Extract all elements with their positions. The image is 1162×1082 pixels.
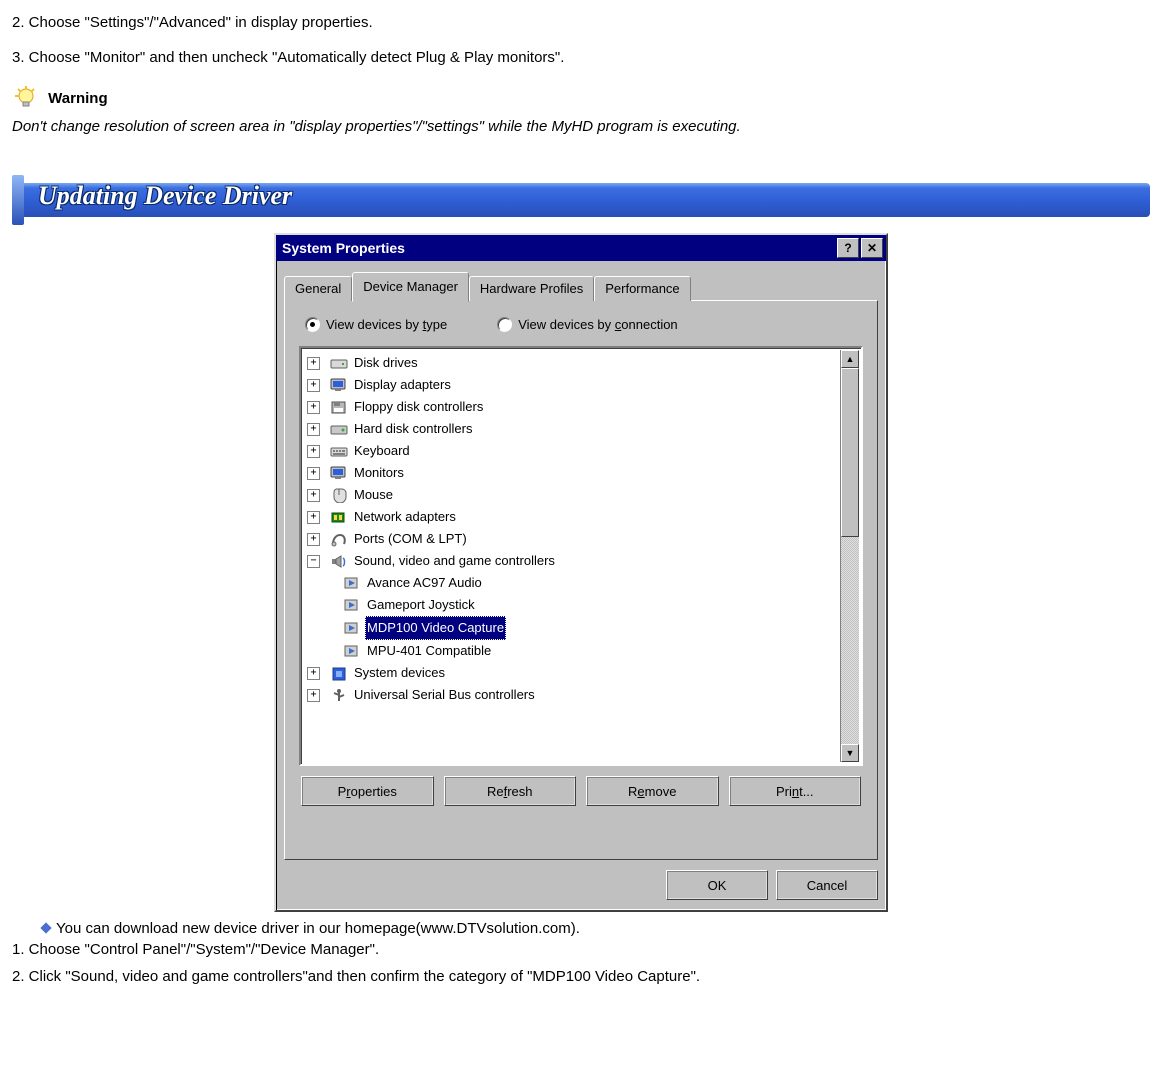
floppy-icon <box>330 399 348 415</box>
tree-item-system-devices[interactable]: +System devices <box>307 662 859 684</box>
scroll-up-button[interactable]: ▲ <box>841 350 859 368</box>
tree-item-mouse[interactable]: +Mouse <box>307 484 859 506</box>
monitor-icon <box>330 377 348 393</box>
multimedia-icon <box>343 643 361 659</box>
radio-icon <box>497 317 512 332</box>
sound-icon <box>330 553 348 569</box>
help-button[interactable]: ? <box>837 238 859 258</box>
drive-icon <box>330 355 348 371</box>
tree-item-disk-drives[interactable]: +Disk drives <box>307 352 859 374</box>
tree-item-floppy[interactable]: +Floppy disk controllers <box>307 396 859 418</box>
tree-item-keyboard[interactable]: +Keyboard <box>307 440 859 462</box>
tree-item-ports[interactable]: +Ports (COM & LPT) <box>307 528 859 550</box>
cancel-button[interactable]: Cancel <box>776 870 878 900</box>
monitor-icon <box>330 465 348 481</box>
ok-button[interactable]: OK <box>666 870 768 900</box>
radio-view-by-type[interactable]: View devices by type <box>305 317 447 332</box>
tree-item-display-adapters[interactable]: +Display adapters <box>307 374 859 396</box>
remove-button[interactable]: Remove <box>586 776 719 806</box>
radio-label: View devices by connection <box>518 317 677 332</box>
window-title: System Properties <box>282 240 405 256</box>
section-banner: Updating Device Driver <box>12 175 1150 225</box>
warning-text: Don't change resolution of screen area i… <box>12 118 1150 135</box>
usb-icon <box>330 687 348 703</box>
titlebar[interactable]: System Properties ? ✕ <box>276 235 886 261</box>
instruction-step-2: 2. Choose "Settings"/"Advanced" in displ… <box>12 14 1150 31</box>
hdd-icon <box>330 421 348 437</box>
radio-view-by-connection[interactable]: View devices by connection <box>497 317 677 332</box>
tab-hardware-profiles[interactable]: Hardware Profiles <box>469 276 594 301</box>
tree-item-sound[interactable]: −Sound, video and game controllers <box>307 550 859 572</box>
section-title: Updating Device Driver <box>38 181 292 211</box>
port-icon <box>330 531 348 547</box>
system-properties-dialog: System Properties ? ✕ General Device Man… <box>274 233 888 912</box>
tab-general[interactable]: General <box>284 276 352 301</box>
tree-item-usb[interactable]: +Universal Serial Bus controllers <box>307 684 859 706</box>
tree-item-hard-disk[interactable]: +Hard disk controllers <box>307 418 859 440</box>
chip-icon <box>330 665 348 681</box>
tab-device-manager[interactable]: Device Manager <box>352 272 469 302</box>
instruction-step-b2: 2. Click "Sound, video and game controll… <box>12 968 1150 985</box>
properties-button[interactable]: Properties <box>301 776 434 806</box>
tree-item-gameport[interactable]: Gameport Joystick <box>343 594 859 616</box>
tab-performance[interactable]: Performance <box>594 276 690 301</box>
download-note: You can download new device driver in ou… <box>42 920 1150 937</box>
scrollbar[interactable]: ▲ ▼ <box>840 350 859 762</box>
scroll-thumb[interactable] <box>841 368 859 537</box>
instruction-step-b1: 1. Choose "Control Panel"/"System"/"Devi… <box>12 941 1150 958</box>
scroll-track[interactable] <box>841 368 859 744</box>
mouse-icon <box>330 487 348 503</box>
tree-item-mdp100[interactable]: MDP100 Video Capture <box>343 616 859 640</box>
multimedia-icon <box>343 597 361 613</box>
multimedia-icon <box>343 620 361 636</box>
network-icon <box>330 509 348 525</box>
tree-item-network[interactable]: +Network adapters <box>307 506 859 528</box>
multimedia-icon <box>343 575 361 591</box>
device-tree[interactable]: +Disk drives +Display adapters +Floppy d… <box>299 346 863 766</box>
tree-item-ac97[interactable]: Avance AC97 Audio <box>343 572 859 594</box>
bullet-icon <box>40 922 51 933</box>
warning-row: Warning <box>12 84 1150 112</box>
warning-label: Warning <box>48 90 107 107</box>
close-button[interactable]: ✕ <box>861 238 883 258</box>
scroll-down-button[interactable]: ▼ <box>841 744 859 762</box>
keyboard-icon <box>330 443 348 459</box>
tab-panel: View devices by type View devices by con… <box>284 300 878 860</box>
tree-item-monitors[interactable]: +Monitors <box>307 462 859 484</box>
radio-icon <box>305 317 320 332</box>
print-button[interactable]: Print... <box>729 776 862 806</box>
tree-item-mpu401[interactable]: MPU-401 Compatible <box>343 640 859 662</box>
instruction-step-3: 3. Choose "Monitor" and then uncheck "Au… <box>12 49 1150 66</box>
radio-label: View devices by type <box>326 317 447 332</box>
refresh-button[interactable]: Refresh <box>444 776 577 806</box>
lightbulb-icon <box>12 84 40 112</box>
tab-row: General Device Manager Hardware Profiles… <box>284 271 878 300</box>
